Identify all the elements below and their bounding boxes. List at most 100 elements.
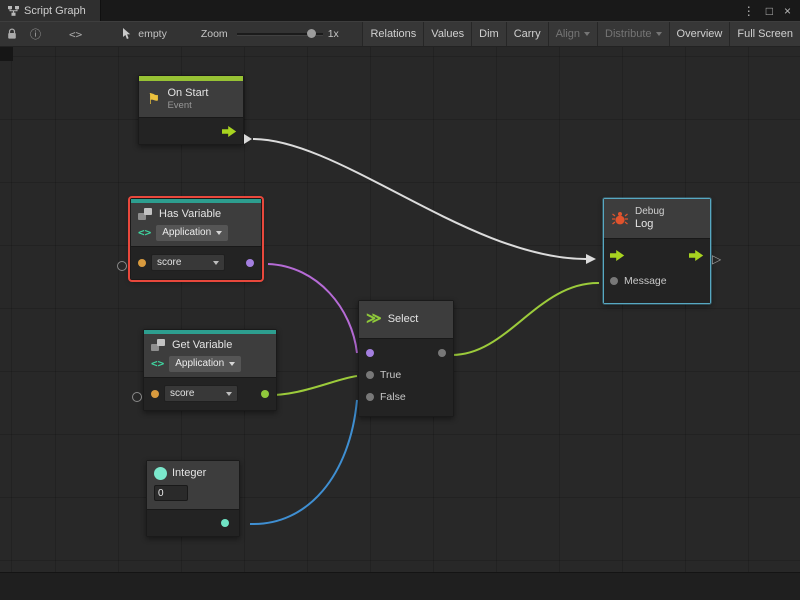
on-start-title: On Start	[167, 87, 208, 100]
select-false-row: False	[359, 386, 453, 408]
chevron-down-icon	[229, 362, 235, 366]
variable-scope-dropdown[interactable]: Application	[156, 225, 228, 241]
has-variable-body: score	[131, 246, 261, 279]
true-input-port[interactable]	[366, 371, 374, 379]
zoom-slider-handle[interactable]	[307, 29, 316, 38]
bug-icon	[612, 211, 628, 226]
zoom-slider[interactable]	[237, 22, 323, 46]
overview-button[interactable]: Overview	[669, 22, 730, 46]
wire-onstart-to-log[interactable]	[253, 139, 586, 259]
variables-icon	[138, 208, 154, 221]
node-select[interactable]: ≫ Select True False	[358, 300, 454, 417]
connection-start-triangle	[244, 134, 252, 144]
titlebar: Script Graph ⋮ □ ×	[0, 0, 800, 21]
variable-name-dropdown[interactable]: score	[151, 254, 225, 272]
integer-icon	[154, 467, 167, 480]
kebab-menu-icon[interactable]: ⋮	[743, 5, 755, 17]
hollow-port[interactable]	[132, 392, 142, 402]
wire-integer-to-select-false[interactable]	[250, 400, 357, 524]
has-variable-title: Has Variable	[159, 208, 221, 221]
close-icon[interactable]: ×	[784, 5, 791, 17]
window-controls: ⋮ □ ×	[743, 5, 800, 17]
relations-button-label: Relations	[370, 28, 416, 40]
code-icon[interactable]: <>	[69, 28, 82, 41]
get-variable-header: Get Variable <> Application	[144, 334, 276, 377]
false-input-port[interactable]	[366, 393, 374, 401]
graph-toolbar: ⓘ <> empty Zoom 1x Relations Values Dim	[0, 21, 800, 47]
canvas-corner	[0, 47, 13, 61]
cursor-icon	[122, 28, 133, 40]
selection-status-label: empty	[138, 28, 167, 40]
code-icon: <>	[138, 226, 151, 239]
value-output-port[interactable]	[261, 390, 269, 398]
variable-scope-value: Application	[175, 357, 224, 371]
condition-input-port[interactable]	[366, 349, 374, 357]
zoom-label: Zoom	[201, 28, 228, 40]
node-integer[interactable]: Integer	[146, 460, 240, 537]
wire-select-to-log-message[interactable]	[452, 283, 599, 355]
align-button: Align	[548, 22, 597, 46]
wire-hasvariable-to-select[interactable]	[268, 264, 357, 353]
dim-button-label: Dim	[479, 28, 499, 40]
canvas-bottom-strip	[0, 572, 800, 600]
wire-arrowhead	[586, 254, 596, 264]
debug-flow-row	[604, 243, 710, 269]
chevron-down-icon	[216, 231, 222, 235]
align-button-label: Align	[556, 28, 580, 40]
flow-output-port[interactable]	[222, 126, 237, 137]
chevron-down-icon	[584, 32, 590, 36]
dim-button[interactable]: Dim	[471, 22, 506, 46]
on-start-header: ⚑ On Start Event	[139, 81, 243, 117]
select-true-row: True	[359, 364, 453, 386]
get-variable-body: score	[144, 377, 276, 410]
int-output-port[interactable]	[221, 519, 229, 527]
name-input-port[interactable]	[138, 259, 146, 267]
carry-button[interactable]: Carry	[506, 22, 548, 46]
has-variable-header: Has Variable <> Application	[131, 203, 261, 246]
node-debug-log[interactable]: Debug Log Message	[603, 198, 711, 304]
node-on-start[interactable]: ⚑ On Start Event	[138, 75, 244, 145]
select-header: ≫ Select	[359, 301, 453, 338]
flow-input-port[interactable]	[610, 250, 625, 261]
name-input-port[interactable]	[151, 390, 159, 398]
info-icon[interactable]: ⓘ	[30, 26, 41, 42]
node-has-variable[interactable]: Has Variable <> Application score	[130, 198, 262, 280]
graph-icon	[8, 6, 19, 16]
fullscreen-button[interactable]: Full Screen	[729, 22, 800, 46]
values-button[interactable]: Values	[423, 22, 471, 46]
lock-icon[interactable]	[7, 28, 17, 40]
variable-name-value: score	[157, 256, 181, 270]
select-title: Select	[388, 313, 419, 326]
chevron-down-icon	[213, 261, 219, 265]
code-icon: <>	[151, 357, 164, 370]
toolbar-buttons: Relations Values Dim Carry Align Distrib…	[362, 22, 800, 46]
flag-icon: ⚑	[147, 92, 160, 107]
values-button-label: Values	[431, 28, 464, 40]
select-body: True False	[359, 338, 453, 416]
node-get-variable[interactable]: Get Variable <> Application score	[143, 329, 277, 411]
graph-canvas[interactable]: ⚑ On Start Event Has Variable	[0, 47, 800, 600]
integer-header: Integer	[147, 461, 239, 509]
variable-name-dropdown[interactable]: score	[164, 385, 238, 403]
script-graph-window: Script Graph ⋮ □ × ⓘ <> empty Zoom	[0, 0, 800, 600]
message-input-port[interactable]	[610, 277, 618, 285]
fullscreen-button-label: Full Screen	[737, 28, 793, 40]
zoom-value: 1x	[328, 28, 339, 40]
integer-value-input[interactable]	[154, 485, 188, 501]
variable-scope-dropdown[interactable]: Application	[169, 356, 241, 372]
bool-output-port[interactable]	[246, 259, 254, 267]
on-start-body	[139, 117, 243, 144]
true-label: True	[380, 369, 401, 381]
flow-output-port[interactable]	[689, 250, 704, 261]
tab-script-graph[interactable]: Script Graph	[0, 0, 101, 21]
selection-output-port[interactable]	[438, 349, 446, 357]
on-start-subtitle: Event	[167, 100, 208, 111]
hollow-port[interactable]	[117, 261, 127, 271]
debug-message-row: Message	[604, 269, 710, 293]
connection-end-triangle: ▷	[712, 253, 721, 265]
relations-button[interactable]: Relations	[362, 22, 423, 46]
selection-status: empty	[122, 28, 167, 40]
debug-log-header: Debug Log	[604, 199, 710, 238]
maximize-icon[interactable]: □	[766, 5, 773, 17]
get-variable-title: Get Variable	[172, 339, 232, 352]
